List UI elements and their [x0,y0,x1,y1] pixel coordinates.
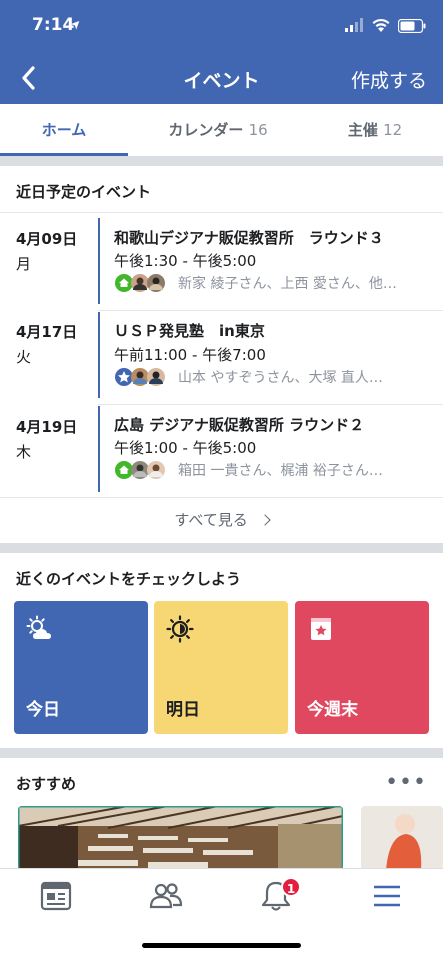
tab-calendar-label: カレンダー [168,121,244,139]
upcoming-section-title: 近日予定のイベント [16,183,152,201]
event-attendee-avatars [115,274,165,292]
sun-icon [166,615,194,643]
status-bar: 7:14 ➤ [0,0,443,52]
card-today-label: 今日 [26,700,60,720]
chevron-right-icon [258,514,271,526]
event-time: 午後1:30 - 午後5:00 [114,252,257,270]
friends-icon[interactable] [148,878,184,914]
event-guests: 新家 綾子さん、上西 愛さん、他… [178,276,397,292]
divider [98,404,443,405]
menu-icon[interactable] [369,878,405,914]
battery-icon [398,19,426,33]
see-all-label: すべて見る [174,511,248,529]
event-guests: 箱田 一貴さん、梶浦 裕子さん… [178,463,383,479]
tab-home-label: ホーム [41,121,87,139]
see-all-button[interactable]: すべて見る [0,500,443,540]
event-title: ＵＳＰ発見塾 in東京 [114,322,265,340]
divider [0,212,443,213]
event-time: 午後1:00 - 午後5:00 [114,439,257,457]
card-today[interactable]: 今日 [14,601,148,734]
divider [98,310,443,311]
more-options-icon[interactable]: ••• [385,770,427,795]
wifi-icon [372,18,390,32]
tab-calendar-count: 16 [248,121,268,139]
event-accent-bar [98,312,100,398]
tab-home[interactable]: ホーム [0,104,128,156]
event-attendee-avatars [115,461,165,479]
news-feed-icon[interactable] [38,878,74,914]
calendar-star-icon [311,618,331,640]
card-this-weekend-label: 今週末 [307,700,358,720]
recommended-event-image[interactable] [361,806,443,870]
recommended-event-image[interactable] [18,806,343,870]
notification-badge: 1 [281,877,301,897]
section-divider [0,543,443,553]
tab-hosting[interactable]: 主催 12 [320,104,430,156]
recommended-section-title: おすすめ [16,775,77,793]
event-accent-bar [98,218,100,304]
event-date: 4月09日 [16,230,78,248]
tab-hosting-count: 12 [383,121,403,139]
tab-hosting-label: 主催 [347,121,378,139]
card-tomorrow[interactable]: 明日 [154,601,288,734]
divider [0,497,443,498]
event-accent-bar [98,406,100,492]
tab-calendar[interactable]: カレンダー 16 [148,104,288,156]
event-date: 4月17日 [16,323,78,341]
card-tomorrow-label: 明日 [166,700,200,720]
signal-icon [345,18,363,32]
event-weekday: 火 [16,348,32,366]
event-weekday: 木 [16,443,32,461]
event-date: 4月19日 [16,418,78,436]
section-divider [0,156,443,166]
status-time: 7:14 [32,15,75,35]
section-divider [0,748,443,758]
create-button[interactable]: 作成する [351,66,427,93]
card-this-weekend[interactable]: 今週末 [295,601,429,734]
event-title: 和歌山デジアナ販促教習所 ラウンド３ [114,229,384,247]
event-attendee-avatars [115,368,165,386]
event-title: 広島 デジアナ販促教習所 ラウンド２ [114,416,365,434]
header: 7:14 ➤ イベント 作成する [0,0,443,104]
event-time: 午前11:00 - 午後7:00 [114,346,266,364]
home-indicator [142,943,301,948]
sun-cloud-icon [26,615,51,639]
event-guests: 山本 やすぞうさん、大塚 直人… [178,370,383,386]
tab-bar: ホーム カレンダー 16 主催 12 [0,104,443,156]
nearby-section-title: 近くのイベントをチェックしよう [16,570,242,588]
event-weekday: 月 [16,255,32,273]
